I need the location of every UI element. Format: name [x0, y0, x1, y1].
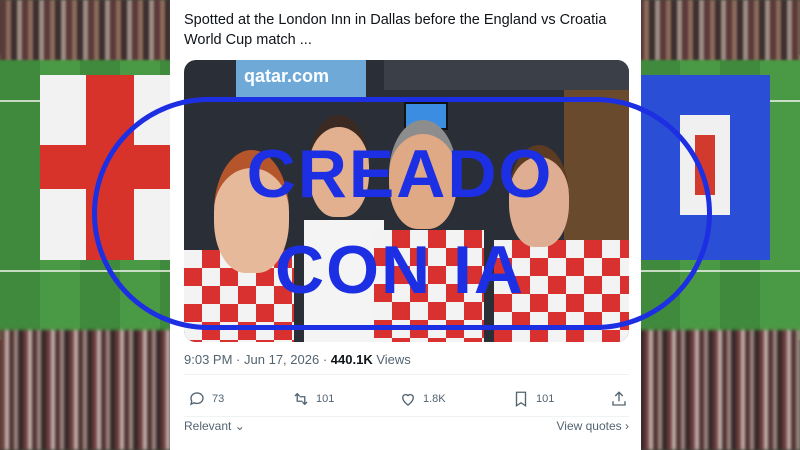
tweet-time[interactable]: 9:03 PM [184, 352, 232, 367]
like-count: 1.8K [423, 393, 446, 405]
divider [184, 374, 629, 375]
bookmark-button[interactable]: 101 [512, 390, 554, 408]
bookmark-count: 101 [536, 393, 555, 405]
reply-icon [189, 392, 204, 406]
stamp-line-2: CON IA [275, 232, 525, 308]
heart-icon [402, 393, 414, 406]
repost-icon [294, 392, 308, 406]
reply-count: 73 [212, 393, 225, 405]
stamp-line-1: CREADO [246, 136, 554, 212]
view-quotes-link[interactable]: View quotes › [557, 419, 630, 433]
reply-button[interactable]: 73 [188, 390, 224, 408]
repost-button[interactable]: 101 [292, 390, 334, 408]
like-button[interactable]: 1.8K [399, 390, 446, 408]
chevron-down-icon: ⌄ [234, 419, 245, 433]
view-quotes-label: View quotes [556, 419, 622, 433]
tweet-date[interactable]: Jun 17, 2026 [244, 352, 319, 367]
bookmark-icon [515, 391, 527, 408]
views-count: 440.1K [330, 352, 373, 367]
share-button[interactable] [610, 390, 628, 408]
sort-label: Relevant [184, 419, 232, 433]
tweet-text: Spotted at the London Inn in Dallas befo… [184, 12, 607, 48]
views-label: Views [376, 352, 411, 367]
tweet-meta: 9:03 PM · Jun 17, 2026 · 440.1K Views [184, 352, 411, 367]
action-bar: 73 101 1.8K 101 [184, 390, 629, 412]
divider [184, 416, 629, 417]
meta-separator: · [236, 352, 241, 367]
meta-separator: · [322, 352, 328, 367]
pub-ceiling [384, 60, 629, 90]
sort-relevant-dropdown[interactable]: Relevant ⌄ [184, 419, 245, 433]
repost-count: 101 [316, 393, 335, 405]
share-icon [612, 391, 626, 406]
chevron-right-icon: › [625, 419, 629, 433]
screen-sign-text: qatar.com [244, 66, 330, 86]
